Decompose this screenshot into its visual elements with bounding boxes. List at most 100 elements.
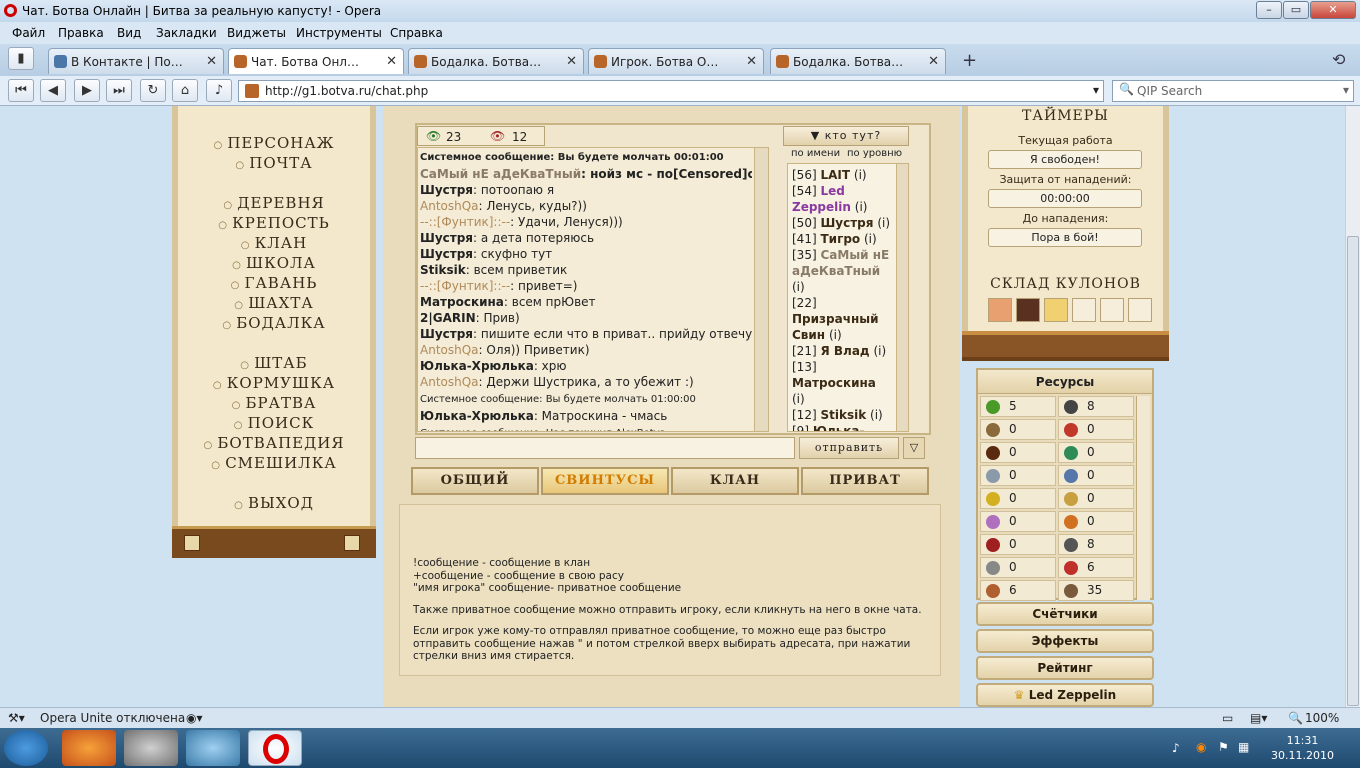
user-entry[interactable]: [21] Я Влад (i) [792, 343, 892, 359]
nav-hq[interactable]: Штаб [178, 354, 370, 372]
tools-icon[interactable]: ⚒▾ [8, 711, 25, 725]
send-button[interactable]: отправить [799, 437, 899, 459]
menu-file[interactable]: Файл [12, 26, 45, 40]
nav-school[interactable]: Школа [178, 254, 370, 272]
user-info-link[interactable]: (i) [829, 328, 842, 342]
flag-icon[interactable]: ⚑ [1218, 740, 1229, 754]
close-tab-icon[interactable]: ✕ [386, 54, 397, 69]
menu-widgets[interactable]: Виджеты [227, 26, 286, 40]
tab-chat[interactable]: Чат. Ботва Онлайн | Б... ✕ [228, 48, 404, 74]
page-scrollbar[interactable] [1345, 106, 1360, 707]
app-icon[interactable] [124, 730, 178, 766]
minimize-button[interactable]: – [1256, 1, 1282, 19]
trash-icon[interactable]: ⟲ [1332, 50, 1345, 69]
message-author[interactable]: Шустря [420, 247, 473, 261]
attack-button[interactable]: Пора в бой! [988, 228, 1142, 247]
user-entry[interactable]: [50] Шустря (i) [792, 215, 892, 231]
player-button[interactable]: ♛ Led Zeppelin [976, 683, 1154, 707]
nav-mine[interactable]: Шахта [178, 294, 370, 312]
network-tray-icon[interactable]: ▦ [1238, 740, 1249, 754]
nav-feeder[interactable]: Кормушка [178, 374, 370, 392]
amulet-slot[interactable] [1072, 298, 1096, 322]
tab-bodalka-2[interactable]: Бодалка. Ботва Онлай... ✕ [770, 48, 946, 74]
menu-edit[interactable]: Правка [58, 26, 104, 40]
message-author[interactable]: Stiksik [420, 263, 466, 277]
message-author[interactable]: --::[Фунтик]::-- [420, 279, 510, 293]
home-icon[interactable]: ⌂ [172, 79, 198, 102]
tab-bodalka[interactable]: Бодалка. Ботва Онлай... ✕ [408, 48, 584, 74]
user-entry[interactable]: [41] Тигро (i) [792, 231, 892, 247]
close-tab-icon[interactable]: ✕ [206, 54, 217, 69]
zoom-level[interactable]: 100% [1305, 711, 1339, 725]
resources-scrollbar[interactable] [1136, 396, 1150, 600]
amulet-slot[interactable] [988, 298, 1012, 322]
nav-village[interactable]: Деревня [178, 194, 370, 212]
menu-tools[interactable]: Инструменты [296, 26, 382, 40]
sort-by-name[interactable]: по имени [791, 148, 840, 159]
menu-bookmarks[interactable]: Закладки [156, 26, 217, 40]
user-entry[interactable]: [54] Led Zeppelin (i) [792, 183, 892, 215]
reload-icon[interactable]: ↻ [140, 79, 166, 102]
tab-clan[interactable]: Клан [671, 467, 799, 495]
window-icon[interactable]: ▭ [1222, 711, 1233, 725]
menu-view[interactable]: Вид [117, 26, 141, 40]
message-author[interactable]: Матроскина [420, 295, 504, 309]
amulet-slot[interactable] [1016, 298, 1040, 322]
firefox-icon[interactable] [62, 730, 116, 766]
dropdown-icon[interactable]: ▾ [1343, 83, 1349, 97]
close-tab-icon[interactable]: ✕ [746, 54, 757, 69]
message-author[interactable]: AntoshQa [420, 199, 479, 213]
user-name[interactable]: LAIT [820, 168, 850, 182]
user-info-link[interactable]: (i) [792, 280, 805, 294]
rating-button[interactable]: Рейтинг [976, 656, 1154, 680]
search-input[interactable]: 🔍 QIP Search ▾ [1112, 80, 1354, 102]
effects-button[interactable]: Эффекты [976, 629, 1154, 653]
user-entry[interactable]: [35] СаМый нЕ аДеКваТный (i) [792, 247, 892, 295]
message-author[interactable]: СаМый нЕ аДеКваТный [420, 167, 581, 181]
tray-icon[interactable]: ◉ [1196, 740, 1206, 754]
tab-private[interactable]: Приват [801, 467, 929, 495]
nav-character[interactable]: Персонаж [178, 134, 370, 152]
nav-harbor[interactable]: Гавань [178, 274, 370, 292]
close-tab-icon[interactable]: ✕ [928, 54, 939, 69]
maximize-button[interactable]: ▭ [1283, 1, 1309, 19]
start-button[interactable] [4, 730, 48, 766]
filter-icon[interactable]: ▽ [903, 437, 925, 459]
user-info-link[interactable]: (i) [854, 168, 867, 182]
close-button[interactable]: ✕ [1310, 1, 1356, 19]
user-entry[interactable]: [56] LAIT (i) [792, 167, 892, 183]
messages-scrollbar[interactable] [754, 148, 768, 431]
counters-button[interactable]: Счётчики [976, 602, 1154, 626]
nav-funny[interactable]: Смешилка [178, 454, 370, 472]
nav-search[interactable]: Поиск [178, 414, 370, 432]
user-info-link[interactable]: (i) [855, 200, 868, 214]
address-field[interactable]: http://g1.botva.ru/chat.php ▾ [238, 80, 1104, 102]
nav-fortress[interactable]: Крепость [178, 214, 370, 232]
user-info-link[interactable]: (i) [792, 392, 805, 406]
tab-vkontakte[interactable]: В Контакте | Поиск ✕ [48, 48, 224, 74]
unite-status[interactable]: Opera Unite отключена [40, 711, 185, 725]
user-entry[interactable]: [9] Юлька-Хрюлька (i) [792, 423, 892, 431]
message-author[interactable]: Юлька-Хрюлька [420, 409, 534, 423]
message-author[interactable]: Шустря [420, 183, 473, 197]
nav-mail[interactable]: Почта [178, 154, 370, 172]
clock[interactable]: 11:31 30.11.2010 [1271, 733, 1334, 763]
fast-forward-icon[interactable]: ⏭ [106, 79, 132, 102]
user-info-link[interactable]: (i) [864, 232, 877, 246]
users-scrollbar[interactable] [896, 164, 908, 431]
sort-by-level[interactable]: по уровню [847, 148, 902, 159]
volume-icon[interactable]: ♪ [1172, 741, 1180, 755]
message-author[interactable]: Шустря [420, 231, 473, 245]
user-name[interactable]: Я Влад [820, 344, 869, 358]
user-name[interactable]: Шустря [820, 216, 873, 230]
tab-player[interactable]: Игрок. Ботва Онлайн ... ✕ [588, 48, 764, 74]
user-entry[interactable]: [22] Призрачный Свин (i) [792, 295, 892, 343]
nav-arena[interactable]: Бодалка [178, 314, 370, 332]
message-author[interactable]: AntoshQa [420, 343, 479, 357]
new-tab-icon[interactable]: + [962, 50, 977, 71]
amulet-slot[interactable] [1044, 298, 1068, 322]
nav-brotherhood[interactable]: Братва [178, 394, 370, 412]
tab-general[interactable]: Общий [411, 467, 539, 495]
menu-help[interactable]: Справка [390, 26, 443, 40]
message-author[interactable]: --::[Фунтик]::-- [420, 215, 510, 229]
